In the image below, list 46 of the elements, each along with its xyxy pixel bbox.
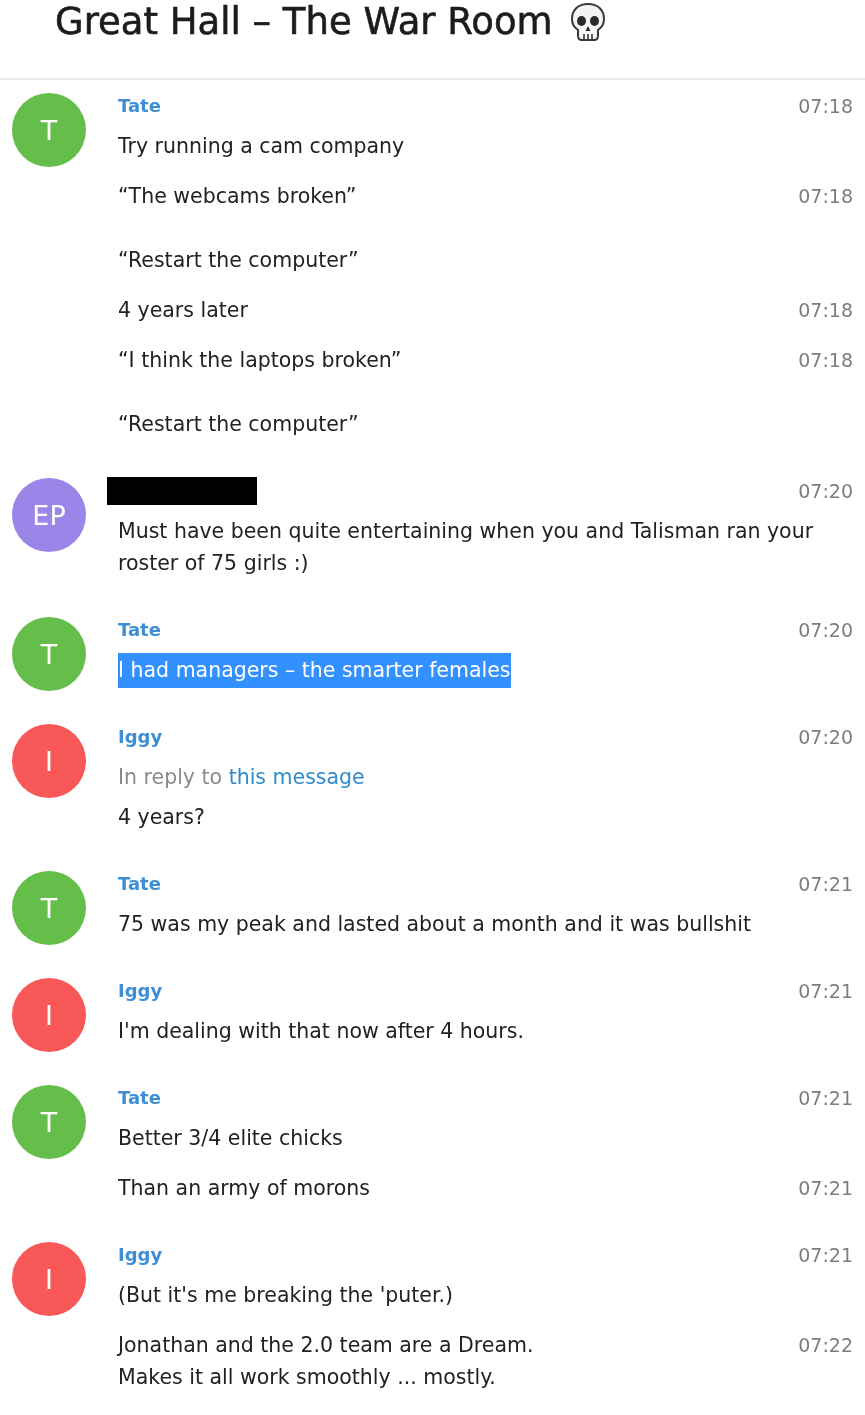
sender-name: Iggy (118, 725, 163, 749)
avatar: T (12, 1085, 86, 1159)
reply-note: In reply to this message (118, 764, 365, 791)
avatar: I (12, 724, 86, 798)
sender-name: Iggy (118, 1243, 163, 1267)
message-text: 75 was my peak and lasted about a month and it was bullshit (118, 911, 751, 938)
avatar: EP (12, 478, 86, 552)
timestamp: 07:21 (798, 1176, 853, 1201)
message-text: Than an army of morons (118, 1175, 370, 1202)
timestamp: 07:21 (798, 872, 853, 897)
message-text: 4 years later (118, 297, 248, 324)
sender-name: Tate (118, 1086, 161, 1110)
message-text: Jonathan and the 2.0 team are a Dream. Makes it all work smoothly ... mostly. (118, 1332, 534, 1391)
timestamp: 07:20 (798, 725, 853, 750)
message-text: Better 3/4 elite chicks (118, 1125, 343, 1152)
message-text: I had managers – the smarter females (118, 653, 511, 688)
timestamp: 07:18 (798, 298, 853, 323)
timestamp: 07:22 (798, 1333, 853, 1358)
timestamp: 07:18 (798, 348, 853, 373)
message-text: “I think the laptops broken” (118, 347, 402, 374)
sender-name: Tate (118, 618, 161, 642)
timestamp: 07:18 (798, 94, 853, 119)
timestamp: 07:21 (798, 979, 853, 1004)
reply-link[interactable]: this message (228, 765, 365, 789)
chat-title: Great Hall – The War Room (55, 0, 553, 44)
message-text: (But it's me breaking the 'puter.) (118, 1282, 454, 1309)
message-text: Must have been quite entertaining when you and Talisman ran your roster of 75 girls :) (118, 518, 815, 577)
avatar: T (12, 871, 86, 945)
message-text: “The webcams broken” (118, 183, 358, 210)
sender-name: Tate (118, 872, 161, 896)
message-text: I'm dealing with that now after 4 hours. (118, 1018, 524, 1045)
sender-name: Tate (118, 94, 161, 118)
message-text: “Restart the computer” (118, 247, 359, 274)
message-text: “Restart the computer” (118, 411, 360, 438)
avatar: I (12, 1242, 86, 1316)
timestamp: 07:20 (798, 479, 853, 504)
avatar: T (12, 93, 86, 167)
sender-name: Iggy (118, 979, 163, 1003)
avatar: I (12, 978, 86, 1052)
timestamp: 07:21 (798, 1243, 853, 1268)
message-text: Try running a cam company (118, 133, 405, 160)
timestamp: 07:20 (798, 618, 853, 643)
timestamp: 07:18 (798, 184, 853, 209)
timestamp: 07:21 (798, 1086, 853, 1111)
avatar: T (12, 617, 86, 691)
message-text: 4 years? (118, 804, 206, 831)
